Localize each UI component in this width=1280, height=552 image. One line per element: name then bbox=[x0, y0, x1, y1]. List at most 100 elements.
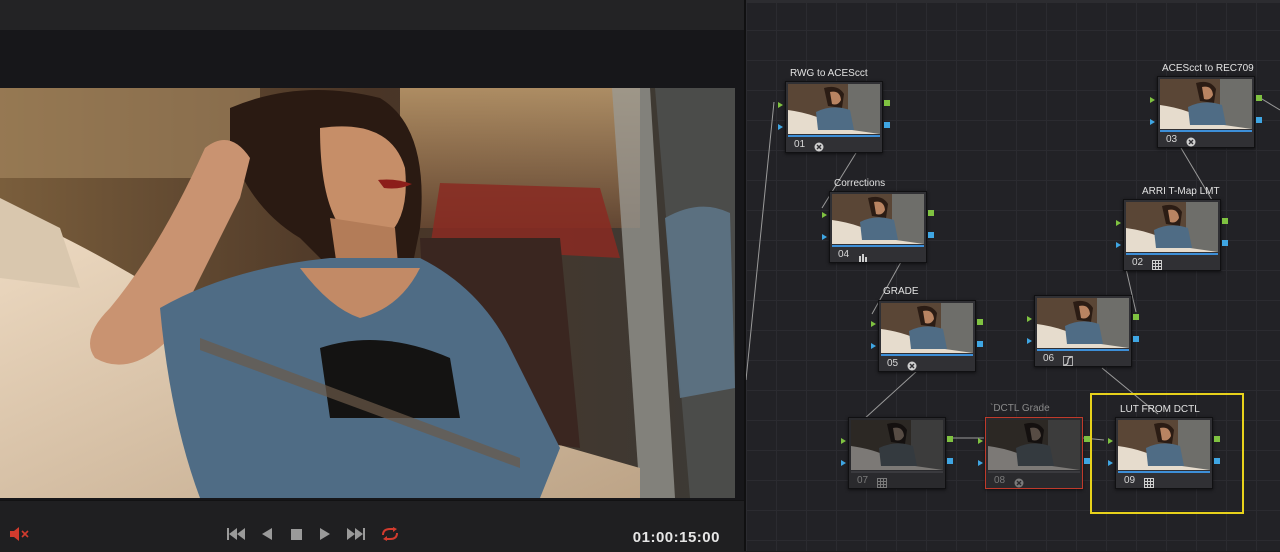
node-key-output[interactable] bbox=[1133, 336, 1139, 342]
node-editor-panel[interactable]: RWG to ACEScct ACEScct to REC709 Correct… bbox=[746, 0, 1280, 551]
node-thumbnail bbox=[851, 420, 943, 470]
node-rgb-output[interactable] bbox=[1084, 436, 1090, 442]
node-key-input[interactable] bbox=[1116, 242, 1121, 248]
node-08[interactable]: 08 bbox=[978, 417, 1090, 489]
skip-to-start-icon[interactable] bbox=[226, 525, 248, 543]
node-status-line bbox=[881, 354, 973, 356]
color-space-icon bbox=[1014, 475, 1024, 488]
node-rgb-output[interactable] bbox=[928, 210, 934, 216]
node-07[interactable]: 07 bbox=[841, 417, 953, 489]
node-label-03: ACEScct to REC709 bbox=[1162, 63, 1254, 74]
node-02[interactable]: 02 bbox=[1116, 199, 1228, 271]
node-key-output[interactable] bbox=[977, 341, 983, 347]
node-status-line bbox=[832, 245, 924, 247]
node-number: 02 bbox=[1132, 257, 1144, 268]
node-status-line bbox=[788, 135, 880, 137]
node-key-input[interactable] bbox=[1150, 119, 1155, 125]
node-thumbnail bbox=[788, 84, 880, 134]
node-key-input[interactable] bbox=[1027, 338, 1032, 344]
node-key-input[interactable] bbox=[1108, 460, 1113, 466]
node-key-output[interactable] bbox=[1214, 458, 1220, 464]
color-space-icon bbox=[907, 358, 917, 371]
node-rgb-output[interactable] bbox=[1214, 436, 1220, 442]
node-thumbnail bbox=[881, 303, 973, 353]
node-key-output[interactable] bbox=[928, 232, 934, 238]
viewer-canvas[interactable] bbox=[0, 30, 744, 500]
node-rgb-input[interactable] bbox=[1108, 438, 1113, 444]
loop-icon[interactable] bbox=[378, 525, 402, 543]
viewer-frame-image bbox=[0, 88, 735, 498]
node-rgb-input[interactable] bbox=[822, 212, 827, 218]
transport-controls: 01:00:15:00 bbox=[0, 500, 744, 552]
node-rgb-output[interactable] bbox=[1222, 218, 1228, 224]
node-rgb-input[interactable] bbox=[841, 438, 846, 444]
node-label-02: ARRI T-Map LMT bbox=[1142, 186, 1220, 197]
node-rgb-input[interactable] bbox=[1027, 316, 1032, 322]
node-label-01: RWG to ACEScct bbox=[790, 68, 868, 79]
node-09[interactable]: 09 bbox=[1108, 417, 1220, 489]
node-key-input[interactable] bbox=[841, 460, 846, 466]
node-label-04: Corrections bbox=[834, 178, 886, 189]
node-rgb-output[interactable] bbox=[884, 100, 890, 106]
node-key-output[interactable] bbox=[947, 458, 953, 464]
node-status-line bbox=[1126, 253, 1218, 255]
node-rgb-input[interactable] bbox=[871, 321, 876, 327]
node-thumbnail bbox=[832, 194, 924, 244]
node-rgb-output[interactable] bbox=[977, 319, 983, 325]
node-number: 05 bbox=[887, 358, 899, 369]
node-rgb-output[interactable] bbox=[1256, 95, 1262, 101]
node-thumbnail bbox=[1160, 79, 1252, 129]
skip-to-end-icon[interactable] bbox=[344, 525, 366, 543]
node-thumbnail bbox=[1126, 202, 1218, 252]
viewer-toolbar bbox=[0, 0, 744, 31]
node-number: 07 bbox=[857, 475, 869, 486]
node-rgb-input[interactable] bbox=[778, 102, 783, 108]
color-space-icon bbox=[1186, 134, 1196, 147]
node-thumbnail bbox=[1118, 420, 1210, 470]
bars-icon bbox=[858, 249, 868, 262]
node-rgb-output[interactable] bbox=[947, 436, 953, 442]
node-key-input[interactable] bbox=[822, 234, 827, 240]
node-number: 06 bbox=[1043, 353, 1055, 364]
speaker-muted-icon[interactable] bbox=[8, 525, 30, 543]
node-rgb-input[interactable] bbox=[1150, 97, 1155, 103]
viewer-panel: 01:00:15:00 bbox=[0, 0, 744, 552]
node-key-output[interactable] bbox=[1256, 117, 1262, 123]
node-label-09: LUT FROM DCTL bbox=[1120, 404, 1200, 415]
node-key-input[interactable] bbox=[978, 460, 983, 466]
node-04[interactable]: 04 bbox=[822, 191, 934, 263]
node-number: 03 bbox=[1166, 134, 1178, 145]
lut-grid-icon bbox=[1152, 257, 1162, 270]
node-number: 04 bbox=[838, 249, 850, 260]
timecode-display: 01:00:15:00 bbox=[632, 529, 720, 546]
node-label-08: `DCTL Grade bbox=[990, 403, 1050, 414]
node-number: 08 bbox=[994, 475, 1006, 486]
node-thumbnail bbox=[988, 420, 1080, 470]
node-key-input[interactable] bbox=[778, 124, 783, 130]
node-03[interactable]: 03 bbox=[1150, 76, 1262, 148]
lut-grid-icon bbox=[877, 475, 887, 488]
node-number: 01 bbox=[794, 139, 806, 150]
node-thumbnail bbox=[1037, 298, 1129, 348]
node-status-line bbox=[988, 471, 1080, 473]
node-status-line bbox=[1118, 471, 1210, 473]
node-label-05: GRADE bbox=[883, 286, 919, 297]
node-05[interactable]: 05 bbox=[871, 300, 983, 372]
node-01[interactable]: 01 bbox=[778, 81, 890, 153]
node-key-output[interactable] bbox=[1222, 240, 1228, 246]
play-reverse-icon[interactable] bbox=[258, 525, 276, 543]
play-icon[interactable] bbox=[316, 525, 334, 543]
node-status-line bbox=[1037, 349, 1129, 351]
node-key-output[interactable] bbox=[884, 122, 890, 128]
node-key-output[interactable] bbox=[1084, 458, 1090, 464]
node-06[interactable]: 06 bbox=[1027, 295, 1139, 367]
color-space-icon bbox=[814, 139, 824, 152]
node-rgb-input[interactable] bbox=[1116, 220, 1121, 226]
node-status-line bbox=[1160, 130, 1252, 132]
node-rgb-input[interactable] bbox=[978, 438, 983, 444]
node-status-line bbox=[851, 471, 943, 473]
node-key-input[interactable] bbox=[871, 343, 876, 349]
stop-icon[interactable] bbox=[287, 525, 305, 543]
curve-icon bbox=[1063, 353, 1073, 366]
node-rgb-output[interactable] bbox=[1133, 314, 1139, 320]
